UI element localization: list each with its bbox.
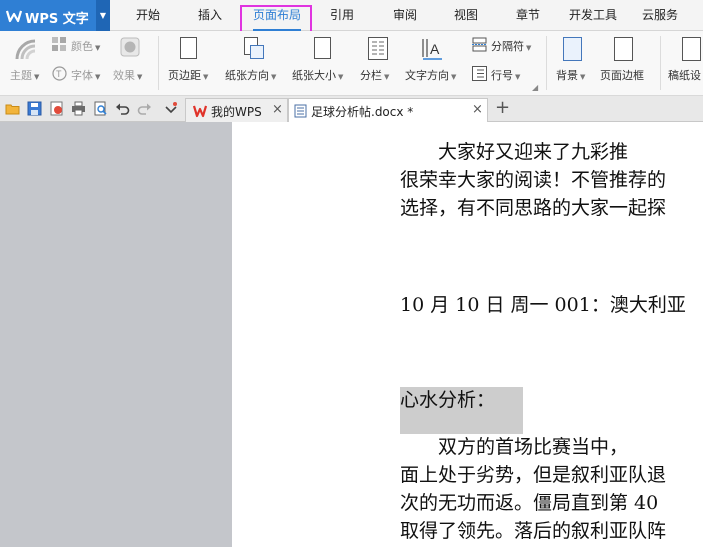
tab-cloud[interactable]: 云服务 <box>642 0 678 31</box>
print-icon[interactable] <box>71 101 86 116</box>
columns-icon <box>368 37 388 60</box>
doc-line: 大家好又迎来了九彩推 <box>400 141 629 163</box>
theme-icon <box>15 39 36 60</box>
break-button[interactable]: 分隔符 ▼ <box>491 38 531 54</box>
page-border-icon <box>614 37 633 61</box>
doc-line: 双方的首场比赛当中， <box>400 436 629 458</box>
margins-button[interactable]: 页边距 ▼ <box>168 67 208 83</box>
doc-line: 10 月 10 日 周一 001：澳大利亚 <box>400 294 686 316</box>
new-tab-icon[interactable]: + <box>495 97 510 118</box>
svg-text:A: A <box>430 41 440 57</box>
doc-line: 取得了领先。落后的叙利亚队阵 <box>400 520 667 542</box>
app-menu-button[interactable]: WPS 文字 ▼ <box>0 0 110 31</box>
text-direction-button[interactable]: 文字方向 ▼ <box>405 67 456 83</box>
svg-text:T: T <box>56 69 62 79</box>
tab-developer[interactable]: 开发工具 <box>569 0 617 31</box>
page-setup-launcher-icon[interactable]: ◢ <box>532 83 538 92</box>
doc-line: 次的无功而返。僵局直到第 40 <box>400 492 659 514</box>
orientation-icon-overlay <box>250 45 264 59</box>
ribbon-toolbar: 主题 ▼ 颜色 ▼ T 字体 ▼ 效果 ▼ 页边距 ▼ 纸张方向 ▼ 纸张大小 ▼ 分栏 ▼ A… <box>0 31 703 96</box>
export-pdf-icon[interactable] <box>49 101 64 116</box>
document-icon <box>294 104 307 118</box>
paper-size-button[interactable]: 纸张大小 ▼ <box>292 67 343 83</box>
font-button[interactable]: 字体 ▼ <box>71 67 100 83</box>
tab-start[interactable]: 开始 <box>136 0 160 31</box>
tab-my-wps-label: 我的WPS <box>211 105 262 119</box>
ribbon-separator <box>546 36 547 90</box>
tab-document-label: 足球分析帖.docx * <box>311 105 414 119</box>
tab-my-wps[interactable]: 我的WPS × <box>185 98 288 122</box>
page-border-button[interactable]: 页面边框 <box>600 67 644 83</box>
wps-logo-icon <box>193 105 207 118</box>
ribbon-separator <box>660 36 661 90</box>
paper-size-icon <box>314 37 331 59</box>
close-icon[interactable]: × <box>472 102 483 117</box>
customize-quick-access-icon[interactable] <box>163 101 178 116</box>
font-icon: T <box>52 66 67 81</box>
undo-icon[interactable] <box>115 101 130 116</box>
tab-review[interactable]: 审阅 <box>393 0 417 31</box>
doc-heading: 心水分析： <box>400 389 496 411</box>
document-page[interactable]: 大家好又迎来了九彩推 很荣幸大家的阅读！不管推荐的 选择，有不同思路的大家一起探… <box>232 122 703 547</box>
document-tab-bar: 我的WPS × 足球分析帖.docx * × + <box>0 96 703 122</box>
open-folder-icon[interactable] <box>5 101 20 116</box>
color-icon <box>52 37 66 51</box>
break-icon <box>472 37 487 52</box>
background-button[interactable]: 背景 ▼ <box>556 67 585 83</box>
wps-logo-icon <box>6 10 22 23</box>
tab-section[interactable]: 章节 <box>516 0 540 31</box>
orientation-button[interactable]: 纸张方向 ▼ <box>225 67 276 83</box>
app-dropdown-icon[interactable]: ▼ <box>96 0 110 31</box>
tab-insert[interactable]: 插入 <box>198 0 222 31</box>
color-button[interactable]: 颜色 ▼ <box>71 38 100 54</box>
doc-line: 很荣幸大家的阅读！不管推荐的 <box>400 169 667 191</box>
print-preview-icon[interactable] <box>93 101 108 116</box>
manuscript-button[interactable]: 稿纸设 <box>668 67 701 83</box>
line-number-button[interactable]: 行号 ▼ <box>491 67 520 83</box>
page-margin-area <box>0 122 232 547</box>
theme-button[interactable]: 主题 ▼ <box>10 67 39 83</box>
manuscript-icon <box>682 37 701 61</box>
ribbon-separator <box>158 36 159 90</box>
redo-icon[interactable] <box>137 101 152 116</box>
effect-icon <box>120 37 140 57</box>
tab-view[interactable]: 视图 <box>454 0 478 31</box>
columns-button[interactable]: 分栏 ▼ <box>360 67 389 83</box>
doc-line: 面上处于劣势，但是叙利亚队退 <box>400 464 667 486</box>
tab-references[interactable]: 引用 <box>330 0 354 31</box>
effect-button[interactable]: 效果 ▼ <box>113 67 142 83</box>
background-icon <box>563 37 582 61</box>
app-title: WPS 文字 <box>25 12 89 27</box>
close-icon[interactable]: × <box>272 102 283 117</box>
margins-icon <box>180 37 197 59</box>
tab-document[interactable]: 足球分析帖.docx * × <box>288 98 488 122</box>
doc-line: 选择，有不同思路的大家一起探 <box>400 197 667 219</box>
line-number-icon <box>472 66 487 81</box>
text-direction-icon: A <box>422 39 442 60</box>
save-icon[interactable] <box>27 101 42 116</box>
menu-bar: WPS 文字 ▼ 开始 插入 页面布局 引用 审阅 视图 章节 开发工具 云服务 <box>0 0 703 31</box>
